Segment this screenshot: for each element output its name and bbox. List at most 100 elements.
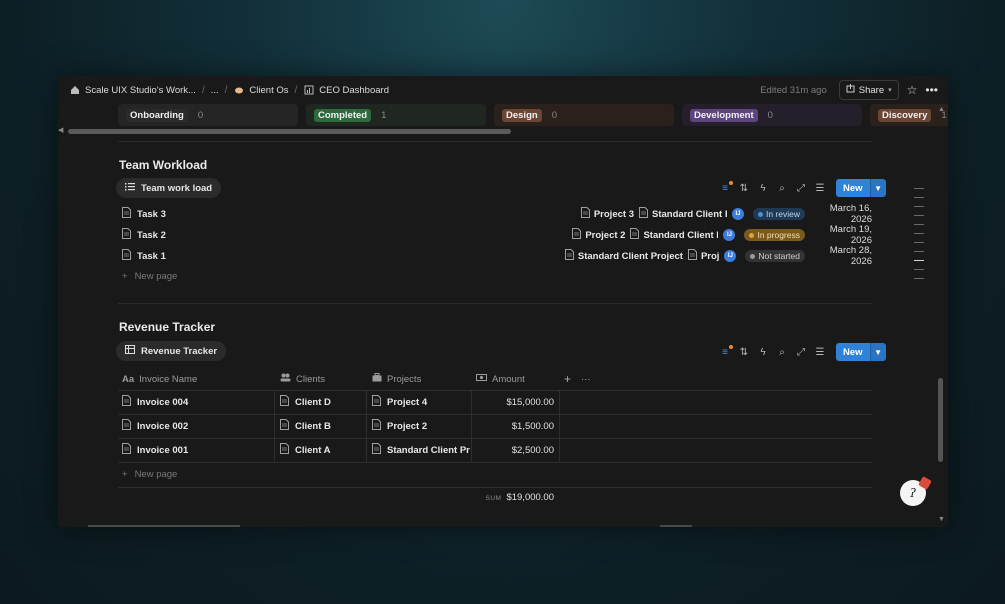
project-relation[interactable]: Project 2 <box>572 228 625 242</box>
avatar[interactable]: IJ <box>723 229 736 241</box>
team-workload-view-tab[interactable]: Team work load <box>116 178 222 198</box>
breadcrumb-client-os[interactable]: Client Os <box>233 85 289 96</box>
chevron-down-icon[interactable]: ▼ <box>869 179 886 197</box>
list-item[interactable]: Task 2 Project 2 Standard Client Pr IJ In pr… <box>122 224 872 246</box>
outline-mark[interactable] <box>914 242 924 243</box>
column-divider[interactable] <box>471 390 472 462</box>
client-project-relation[interactable]: Proj <box>687 249 719 263</box>
breadcrumb-page[interactable]: CEO Dashboard <box>303 85 389 96</box>
board-column[interactable]: Design 0 <box>494 104 674 126</box>
horizontal-scrollbar-thumb[interactable] <box>68 129 511 134</box>
more-icon[interactable]: ··· <box>581 374 591 385</box>
outline-mark[interactable] <box>914 269 924 270</box>
column-header-projects[interactable]: Projects <box>372 368 421 390</box>
horizontal-scrollbar[interactable] <box>66 128 936 134</box>
outline-mark[interactable] <box>914 215 924 216</box>
column-header-label: Invoice Name <box>139 373 198 385</box>
search-icon[interactable]: ⌕ <box>777 347 787 358</box>
column-header-amount[interactable]: Amount <box>476 368 525 390</box>
client-project-relation[interactable]: Standard Client Pr <box>638 207 727 221</box>
task-title[interactable]: Task 3 <box>137 209 166 220</box>
share-button[interactable]: Share ▾ <box>838 80 899 100</box>
home-icon <box>69 85 80 96</box>
page-outline[interactable] <box>914 188 924 287</box>
team-workload-new-button[interactable]: New ▼ <box>836 179 886 197</box>
sort-icon[interactable]: ⇅ <box>739 347 749 358</box>
help-button[interactable]: ʔ <box>900 476 932 506</box>
project-cell[interactable]: Project 4 <box>372 390 470 414</box>
scroll-left-icon[interactable]: ◀ <box>58 126 63 134</box>
more-icon[interactable]: ••• <box>925 83 938 97</box>
outline-mark[interactable] <box>914 188 924 189</box>
chevron-down-icon[interactable]: ▼ <box>869 343 886 361</box>
scroll-down-icon[interactable]: ▼ <box>938 516 945 523</box>
amount-cell[interactable]: $2,500.00 <box>474 438 554 462</box>
revenue-tracker-new-page[interactable]: + New page <box>122 469 177 480</box>
task-title[interactable]: Task 2 <box>137 230 166 241</box>
breadcrumb-workspace[interactable]: Scale UIX Studio's Work... <box>69 85 196 96</box>
board-column[interactable]: Completed 1 <box>306 104 486 126</box>
board-column[interactable]: Onboarding 0 <box>118 104 298 126</box>
revenue-tracker-new-button[interactable]: New ▼ <box>836 343 886 361</box>
column-header-clients[interactable]: Clients <box>280 368 325 390</box>
column-divider[interactable] <box>366 390 367 462</box>
vertical-scrollbar-thumb[interactable] <box>938 378 943 462</box>
automation-icon[interactable]: ϟ <box>758 347 768 358</box>
revenue-tracker-view-tab[interactable]: Revenue Tracker <box>116 341 227 361</box>
outline-mark[interactable] <box>914 233 924 234</box>
project-relation[interactable]: Standard Client Project <box>564 249 683 263</box>
add-column-icon[interactable]: + <box>564 372 571 386</box>
avatar[interactable]: IJ <box>724 250 737 262</box>
expand-icon[interactable]: ⤢ <box>796 347 806 358</box>
client-project-relation[interactable]: Standard Client Pr <box>630 228 718 242</box>
filter-icon[interactable]: ≡ <box>720 180 733 194</box>
status-badge[interactable]: In progress <box>744 229 805 241</box>
client-cell[interactable]: Client A <box>280 438 364 462</box>
board-column[interactable]: Development 0 <box>682 104 862 126</box>
due-date[interactable]: March 28, 2026 <box>810 245 872 267</box>
outline-mark[interactable] <box>914 206 924 207</box>
project-cell[interactable]: Project 2 <box>372 414 470 438</box>
project-relation-label: Standard Client Project <box>577 250 683 262</box>
list-item[interactable]: Task 3 Project 3 Standard Client Pr IJ In re… <box>122 203 872 225</box>
filter-icon[interactable]: ≡ <box>720 344 733 358</box>
due-date[interactable]: March 16, 2026 <box>810 203 872 225</box>
outline-mark[interactable] <box>914 251 924 252</box>
help-icon: ʔ <box>909 486 917 500</box>
avatar[interactable]: IJ <box>731 208 744 220</box>
task-title[interactable]: Task 1 <box>137 251 166 262</box>
automation-icon[interactable]: ϟ <box>758 183 768 194</box>
project-relation[interactable]: Project 3 <box>580 207 634 221</box>
expand-icon[interactable]: ⤢ <box>796 183 806 194</box>
outline-mark[interactable] <box>914 224 924 225</box>
column-divider[interactable] <box>274 390 275 462</box>
project-cell[interactable]: Standard Client Proje <box>372 438 470 462</box>
column-divider[interactable] <box>559 390 560 462</box>
client-cell[interactable]: Client D <box>280 390 364 414</box>
sort-icon[interactable]: ⇅ <box>739 183 749 194</box>
invoice-name-cell[interactable]: Invoice 002 <box>122 414 272 438</box>
scroll-up-icon[interactable]: ▲ <box>938 106 945 113</box>
team-workload-new-page[interactable]: + New page <box>122 271 177 282</box>
invoice-name-cell[interactable]: Invoice 001 <box>122 438 272 462</box>
due-date[interactable]: March 19, 2026 <box>810 224 872 246</box>
search-icon[interactable]: ⌕ <box>777 183 787 194</box>
settings-icon[interactable]: ☰ <box>815 183 825 194</box>
settings-icon[interactable]: ☰ <box>815 347 825 358</box>
outline-mark[interactable] <box>914 197 924 198</box>
client-cell[interactable]: Client B <box>280 414 364 438</box>
invoice-name-cell[interactable]: Invoice 004 <box>122 390 272 414</box>
status-badge[interactable]: In review <box>752 208 805 220</box>
outline-mark-active[interactable] <box>914 260 924 261</box>
star-icon[interactable]: ☆ <box>907 83 918 97</box>
amount-cell[interactable]: $15,000.00 <box>474 390 554 414</box>
amount-sum[interactable]: SUM $19,000.00 <box>458 492 555 503</box>
status-badge[interactable]: Not started <box>745 250 805 262</box>
column-header-invoice-name[interactable]: Aa Invoice Name <box>122 368 197 390</box>
breadcrumb-ellipsis[interactable]: ... <box>211 85 219 96</box>
outline-mark[interactable] <box>914 278 924 279</box>
board-column[interactable]: Discovery 1 <box>870 104 948 126</box>
amount-cell[interactable]: $1,500.00 <box>474 414 554 438</box>
table-rule <box>118 487 872 488</box>
list-item[interactable]: Task 1 Standard Client Project Proj IJ Not s… <box>122 245 872 267</box>
